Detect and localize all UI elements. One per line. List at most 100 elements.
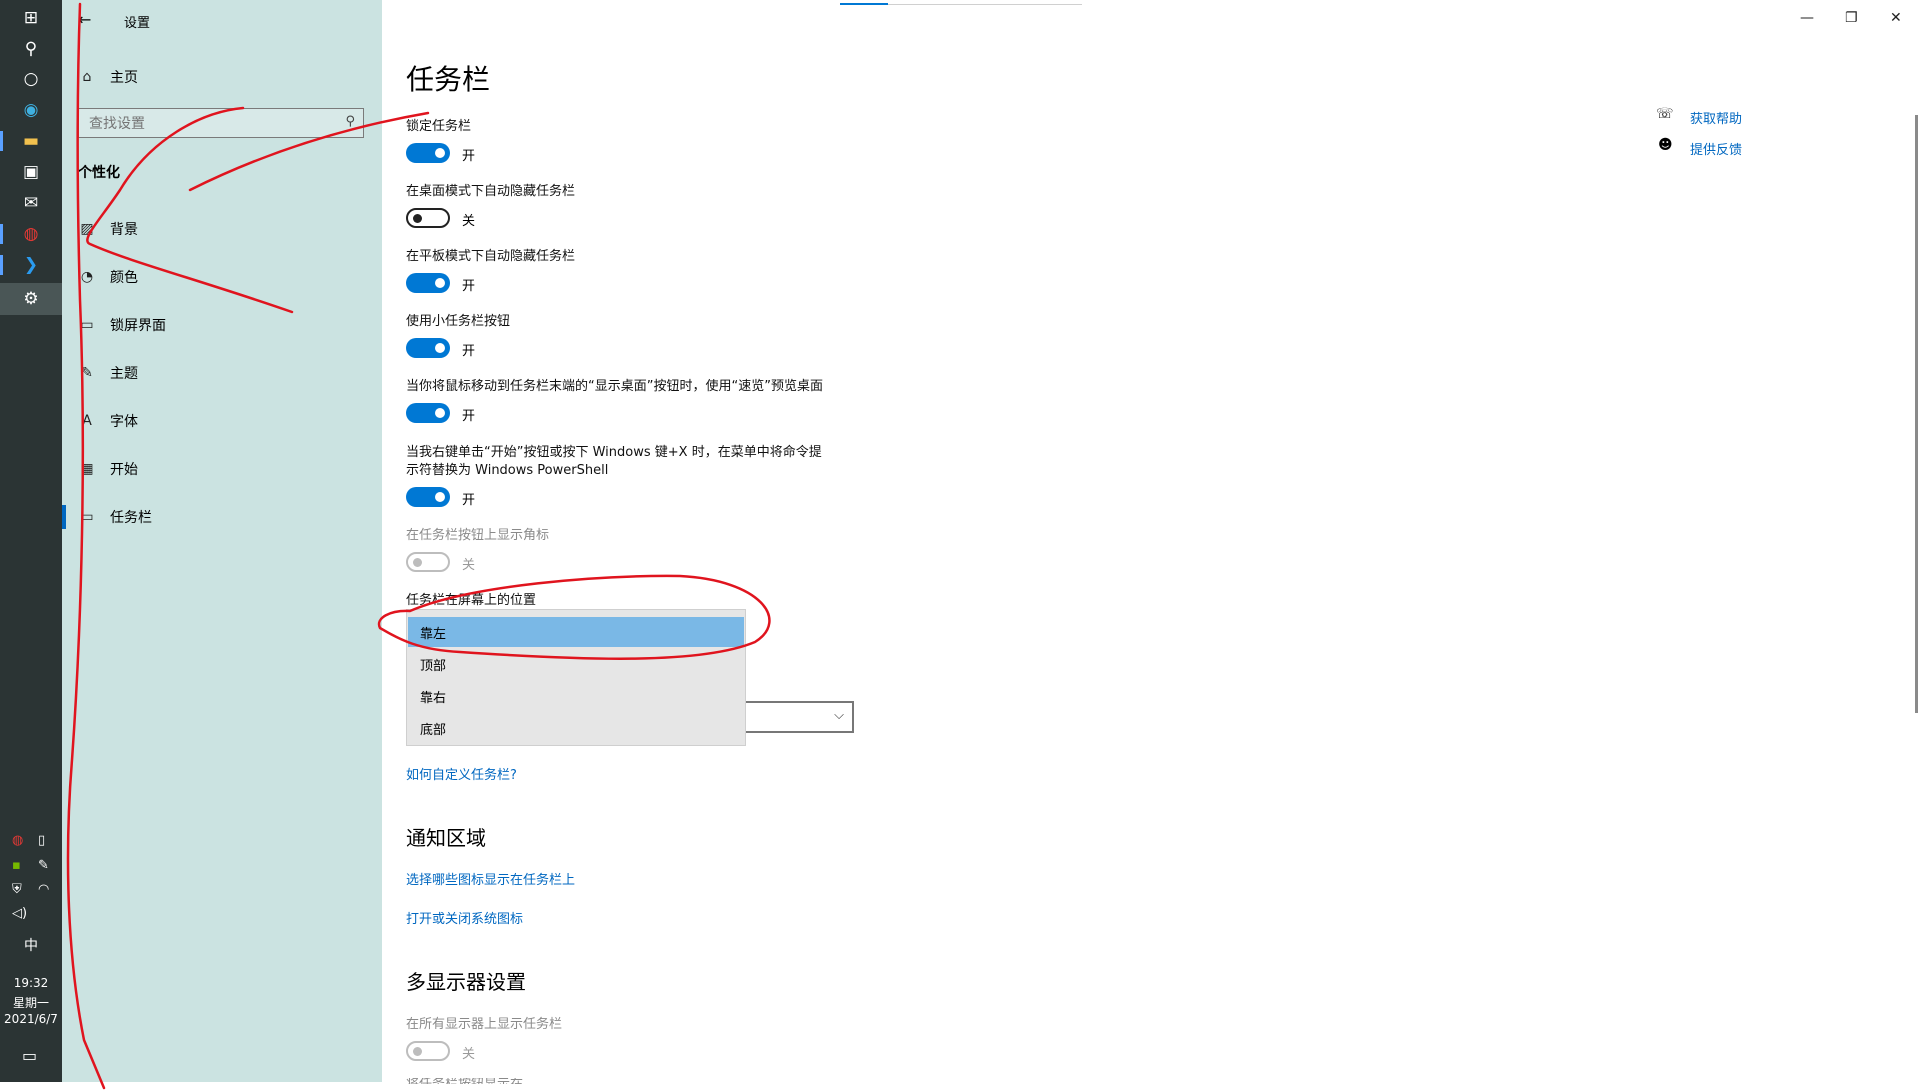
file-explorer-icon[interactable]: ▬ (0, 127, 62, 155)
nav-home[interactable]: ⌂ 主页 (62, 62, 382, 92)
edge-browser-icon[interactable]: ◉ (0, 96, 62, 124)
mail-icon[interactable]: ✉ (0, 189, 62, 217)
toggle-powershell[interactable] (406, 487, 450, 507)
position-dropdown-list[interactable]: 靠左 顶部 靠右 底部 (406, 609, 746, 746)
toggle-state-text: 关 (462, 558, 476, 573)
ime-indicator[interactable]: 中 (24, 935, 38, 955)
lock-screen-icon: ▭ (80, 317, 94, 333)
position-combobox[interactable]: ⌵ (746, 701, 854, 733)
taskbar-icon: ▭ (80, 509, 94, 525)
nav-item-colors[interactable]: ◔ 颜色 (62, 262, 382, 292)
toggle-state-text: 开 (462, 409, 476, 424)
feedback-link[interactable]: 提供反馈 (1690, 139, 1742, 158)
maximize-button[interactable]: ❐ (1845, 10, 1858, 26)
search-icon[interactable]: ⚲ (0, 35, 62, 63)
toggle-badges[interactable] (406, 552, 450, 572)
nav-section-title: 个性化 (78, 165, 120, 181)
page-title: 任务栏 (406, 63, 491, 96)
volume-icon[interactable]: ◁) (12, 906, 27, 921)
minimize-button[interactable]: — (1800, 10, 1814, 26)
nav-item-taskbar[interactable]: ▭ 任务栏 (62, 502, 382, 532)
nav-item-label: 背景 (110, 222, 138, 238)
toggle-autohide-desktop[interactable] (406, 208, 450, 228)
home-icon: ⌂ (82, 69, 92, 85)
dropdown-option-top[interactable]: 顶部 (408, 649, 744, 679)
nav-item-themes[interactable]: ✎ 主题 (62, 358, 382, 388)
clock-time[interactable]: 19:32 (0, 976, 62, 990)
vertical-scrollbar[interactable] (1915, 115, 1918, 713)
start-icon: ▦ (80, 461, 94, 477)
security-shield-icon[interactable]: ⛨ (12, 882, 22, 897)
nav-item-fonts[interactable]: A 字体 (62, 406, 382, 436)
feedback-person-icon[interactable]: ☻ (1658, 137, 1673, 153)
dropdown-option-right[interactable]: 靠右 (408, 681, 744, 711)
nav-item-label: 字体 (110, 414, 138, 430)
nav-item-label: 颜色 (110, 270, 138, 286)
nav-selected-indicator (62, 505, 66, 529)
windows-taskbar: ⊞ ⚲ ○ ◉ ▬ ▣ ✉ ◍ ❯ ⚙ ◍ ▯ ▪ ✎ ⛨ ◠ ◁) 中 19:… (0, 0, 62, 1082)
wifi-icon[interactable]: ◠ (38, 882, 49, 897)
toggle-state-text: 开 (462, 344, 476, 359)
palette-icon: ◔ (80, 269, 94, 285)
position-label: 任务栏在屏幕上的位置 (406, 593, 537, 608)
search-settings-box[interactable]: ⚲ (78, 108, 364, 139)
clock-weekday[interactable]: 星期一 (0, 994, 62, 1011)
netease-music-icon[interactable]: ◍ (0, 220, 62, 248)
help-chat-icon[interactable]: ☏ (1656, 106, 1674, 122)
system-icons-link[interactable]: 打开或关闭系统图标 (406, 908, 523, 927)
window-title: 设置 (124, 16, 151, 31)
vscode-icon[interactable]: ❯ (0, 251, 62, 279)
toggle-state-text: 关 (462, 214, 476, 229)
toggle-small-buttons[interactable] (406, 338, 450, 358)
dropdown-option-bottom[interactable]: 底部 (408, 713, 744, 743)
nav-item-lock-screen[interactable]: ▭ 锁屏界面 (62, 310, 382, 340)
settings-gear-icon[interactable]: ⚙ (0, 285, 62, 313)
dropdown-option-left[interactable]: 靠左 (408, 617, 744, 647)
nav-item-label: 主题 (110, 366, 138, 382)
store-icon[interactable]: ▣ (0, 158, 62, 186)
usb-device-icon[interactable]: ▯ (38, 833, 45, 848)
nav-home-label: 主页 (110, 70, 138, 86)
start-windows-icon[interactable]: ⊞ (0, 4, 62, 32)
back-arrow-icon[interactable]: ← (78, 10, 91, 29)
get-help-link[interactable]: 获取帮助 (1690, 108, 1742, 127)
setting-label-autohide-tablet: 在平板模式下自动隐藏任务栏 (406, 249, 576, 264)
setting-label-powershell-line1: 当我右键单击“开始”按钮或按下 Windows 键+X 时，在菜单中将命令提 (406, 445, 822, 460)
nav-item-label: 开始 (110, 462, 138, 478)
nav-item-background[interactable]: ▨ 背景 (62, 214, 382, 244)
customize-taskbar-link[interactable]: 如何自定义任务栏? (406, 764, 517, 783)
toggle-state-text: 开 (462, 493, 476, 508)
setting-label-badges: 在任务栏按钮上显示角标 (406, 528, 550, 543)
search-magnifier-icon[interactable]: ⚲ (345, 114, 355, 129)
select-tray-icons-link[interactable]: 选择哪些图标显示在任务栏上 (406, 869, 575, 888)
toggle-autohide-tablet[interactable] (406, 273, 450, 293)
setting-label-autohide-desktop: 在桌面模式下自动隐藏任务栏 (406, 184, 576, 199)
nvidia-icon[interactable]: ▪ (12, 858, 21, 873)
search-input[interactable] (79, 109, 331, 139)
action-center-icon[interactable]: ▭ (22, 1046, 37, 1065)
toggle-state-text: 开 (462, 149, 476, 164)
setting-label-show-all-displays: 在所有显示器上显示任务栏 (406, 1017, 563, 1032)
netease-tray-icon[interactable]: ◍ (12, 833, 23, 848)
cortana-icon[interactable]: ○ (0, 65, 62, 93)
clock-date[interactable]: 2021/6/7 (0, 1012, 62, 1026)
chevron-down-icon[interactable]: ⌵ (834, 708, 844, 723)
picture-icon: ▨ (80, 221, 94, 237)
nav-item-label: 任务栏 (110, 510, 152, 526)
notification-area-heading: 通知区域 (406, 826, 486, 850)
nav-item-start[interactable]: ▦ 开始 (62, 454, 382, 484)
setting-label-peek: 当你将鼠标移动到任务栏末端的“显示桌面”按钮时，使用“速览”预览桌面 (406, 379, 823, 394)
toggle-peek[interactable] (406, 403, 450, 423)
font-icon: A (82, 413, 92, 429)
top-divider-line (888, 4, 1082, 5)
toggle-show-all-displays[interactable] (406, 1041, 450, 1061)
pen-icon[interactable]: ✎ (38, 858, 49, 873)
close-button[interactable]: ✕ (1890, 10, 1902, 26)
setting-label-small-buttons: 使用小任务栏按钮 (406, 314, 511, 329)
toggle-lock-taskbar[interactable] (406, 143, 450, 163)
setting-label-buttons-on: 将任务栏按钮显示在 (406, 1078, 523, 1084)
nav-item-label: 锁屏界面 (110, 318, 166, 334)
toggle-state-text: 关 (462, 1047, 476, 1062)
setting-label-lock-taskbar: 锁定任务栏 (406, 119, 472, 134)
settings-nav-pane: ← 设置 ⌂ 主页 ⚲ 个性化 ▨ 背景 ◔ 颜色 ▭ 锁屏界面 ✎ 主题 A … (62, 0, 382, 1082)
